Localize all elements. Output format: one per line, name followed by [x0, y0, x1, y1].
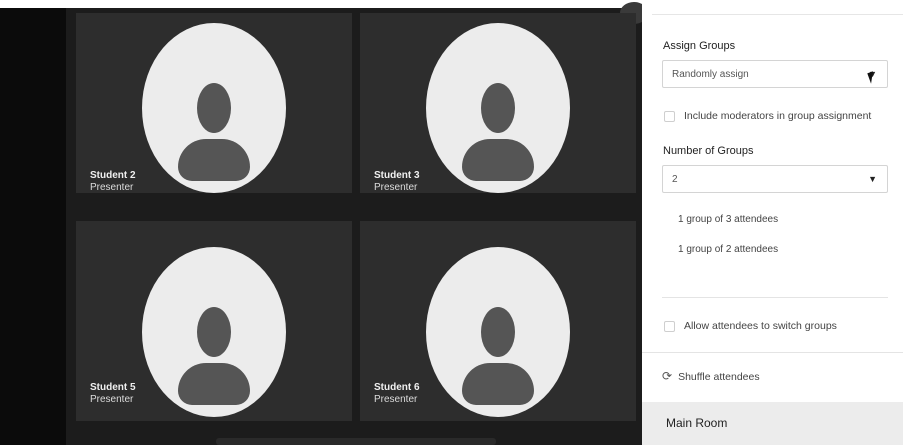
- video-tile-student-2[interactable]: Student 2 Presenter: [76, 13, 352, 193]
- shuffle-attendees-button[interactable]: ⟳ Shuffle attendees: [662, 369, 760, 383]
- refresh-icon: ⟳: [662, 369, 673, 383]
- user-avatar-icon: [426, 23, 570, 193]
- video-tile-student-5[interactable]: Student 5 Presenter: [76, 221, 352, 421]
- tile-label: Student 5 Presenter: [90, 382, 136, 406]
- avatar-body: [462, 139, 534, 181]
- left-sidebar-strip: [0, 0, 66, 445]
- main-room-label: Main Room: [666, 416, 728, 430]
- tile-label: Student 2 Presenter: [90, 170, 136, 193]
- main-room-section[interactable]: Main Room: [642, 402, 903, 445]
- participant-role: Presenter: [90, 182, 134, 193]
- include-moderators-label: Include moderators in group assignment: [684, 110, 872, 122]
- shuffle-label: Shuffle attendees: [678, 371, 760, 383]
- panel-divider: [662, 297, 888, 298]
- participant-role: Presenter: [374, 394, 418, 405]
- user-avatar-icon: [142, 23, 286, 193]
- number-of-groups-select[interactable]: 2 ▼: [662, 165, 888, 193]
- assign-groups-select[interactable]: Randomly assign ▼: [662, 60, 888, 88]
- video-tile-student-3[interactable]: Student 3 Presenter: [360, 13, 636, 193]
- avatar-head: [197, 83, 231, 133]
- number-of-groups-label: Number of Groups: [663, 145, 754, 157]
- participant-role: Presenter: [90, 394, 134, 405]
- avatar-head: [481, 307, 515, 357]
- group-info-line: 1 group of 2 attendees: [678, 244, 779, 255]
- user-avatar-icon: [426, 247, 570, 417]
- include-moderators-checkbox[interactable]: [664, 110, 675, 122]
- tile-label: Student 6 Presenter: [374, 382, 420, 406]
- participant-name: Student 5: [90, 382, 136, 393]
- allow-switch-checkbox[interactable]: [664, 320, 675, 332]
- bottom-control-bar[interactable]: [216, 438, 496, 445]
- user-avatar-icon: [142, 247, 286, 417]
- participant-name: Student 2: [90, 170, 136, 181]
- video-tile-student-6[interactable]: Student 6 Presenter: [360, 221, 636, 421]
- assign-groups-value: Randomly assign: [672, 69, 749, 80]
- avatar-body: [178, 139, 250, 181]
- panel-divider: [642, 352, 903, 353]
- assign-groups-label: Assign Groups: [663, 40, 736, 52]
- include-moderators-row[interactable]: Include moderators in group assignment: [664, 110, 871, 122]
- allow-switch-row[interactable]: Allow attendees to switch groups: [664, 320, 837, 332]
- number-of-groups-value: 2: [672, 174, 678, 185]
- avatar-head: [197, 307, 231, 357]
- breakout-groups-panel: Assign Groups Randomly assign ▼ Include …: [642, 0, 903, 445]
- caret-down-icon: ▼: [868, 174, 877, 184]
- avatar-body: [462, 363, 534, 405]
- allow-switch-label: Allow attendees to switch groups: [684, 320, 837, 332]
- avatar-body: [178, 363, 250, 405]
- participant-name: Student 6: [374, 382, 420, 393]
- avatar-head: [481, 83, 515, 133]
- group-info-line: 1 group of 3 attendees: [678, 214, 779, 225]
- left-strip-top: [0, 0, 66, 8]
- participant-name: Student 3: [374, 170, 420, 181]
- panel-top-divider: [652, 14, 903, 15]
- tile-label: Student 3 Presenter: [374, 170, 420, 193]
- video-grid: Student 2 Presenter Student 3 Presenter …: [66, 2, 648, 445]
- participant-role: Presenter: [374, 182, 418, 193]
